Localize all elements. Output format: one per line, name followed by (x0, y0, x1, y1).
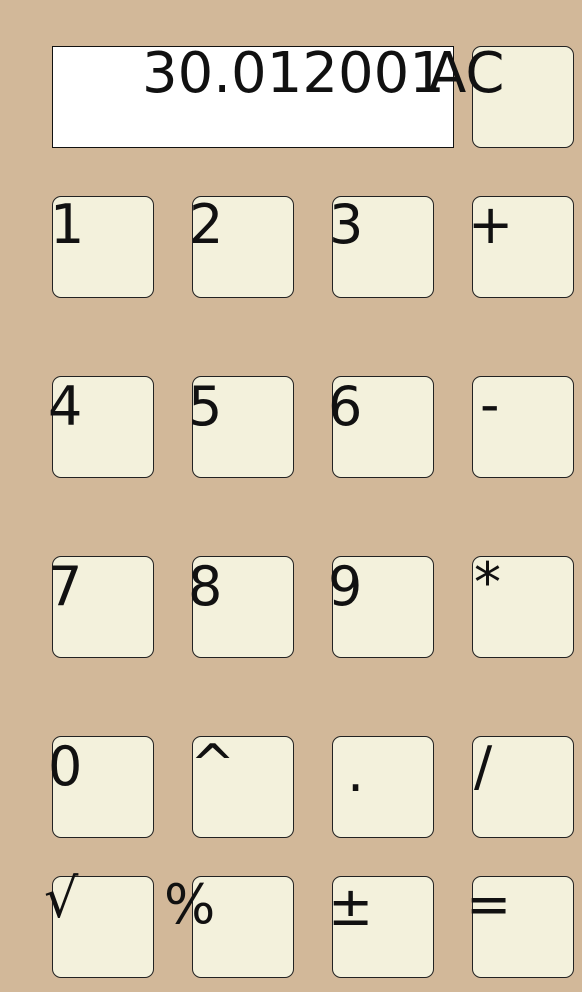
digit-2-button[interactable] (192, 196, 294, 298)
square-root-button[interactable] (52, 876, 154, 978)
digit-1-button[interactable] (52, 196, 154, 298)
divide-button[interactable] (472, 736, 574, 838)
digit-8-button[interactable] (192, 556, 294, 658)
equals-button[interactable] (472, 876, 574, 978)
digit-3-button[interactable] (332, 196, 434, 298)
minus-button[interactable] (472, 376, 574, 478)
digit-4-button[interactable] (52, 376, 154, 478)
decimal-point-button[interactable] (332, 736, 434, 838)
multiply-button[interactable] (472, 556, 574, 658)
calculator-display (52, 46, 454, 148)
plus-button[interactable] (472, 196, 574, 298)
digit-6-button[interactable] (332, 376, 434, 478)
power-button[interactable] (192, 736, 294, 838)
digit-0-button[interactable] (52, 736, 154, 838)
clear-button[interactable] (472, 46, 574, 148)
percent-button[interactable] (192, 876, 294, 978)
digit-7-button[interactable] (52, 556, 154, 658)
digit-9-button[interactable] (332, 556, 434, 658)
plus-minus-button[interactable] (332, 876, 434, 978)
digit-5-button[interactable] (192, 376, 294, 478)
